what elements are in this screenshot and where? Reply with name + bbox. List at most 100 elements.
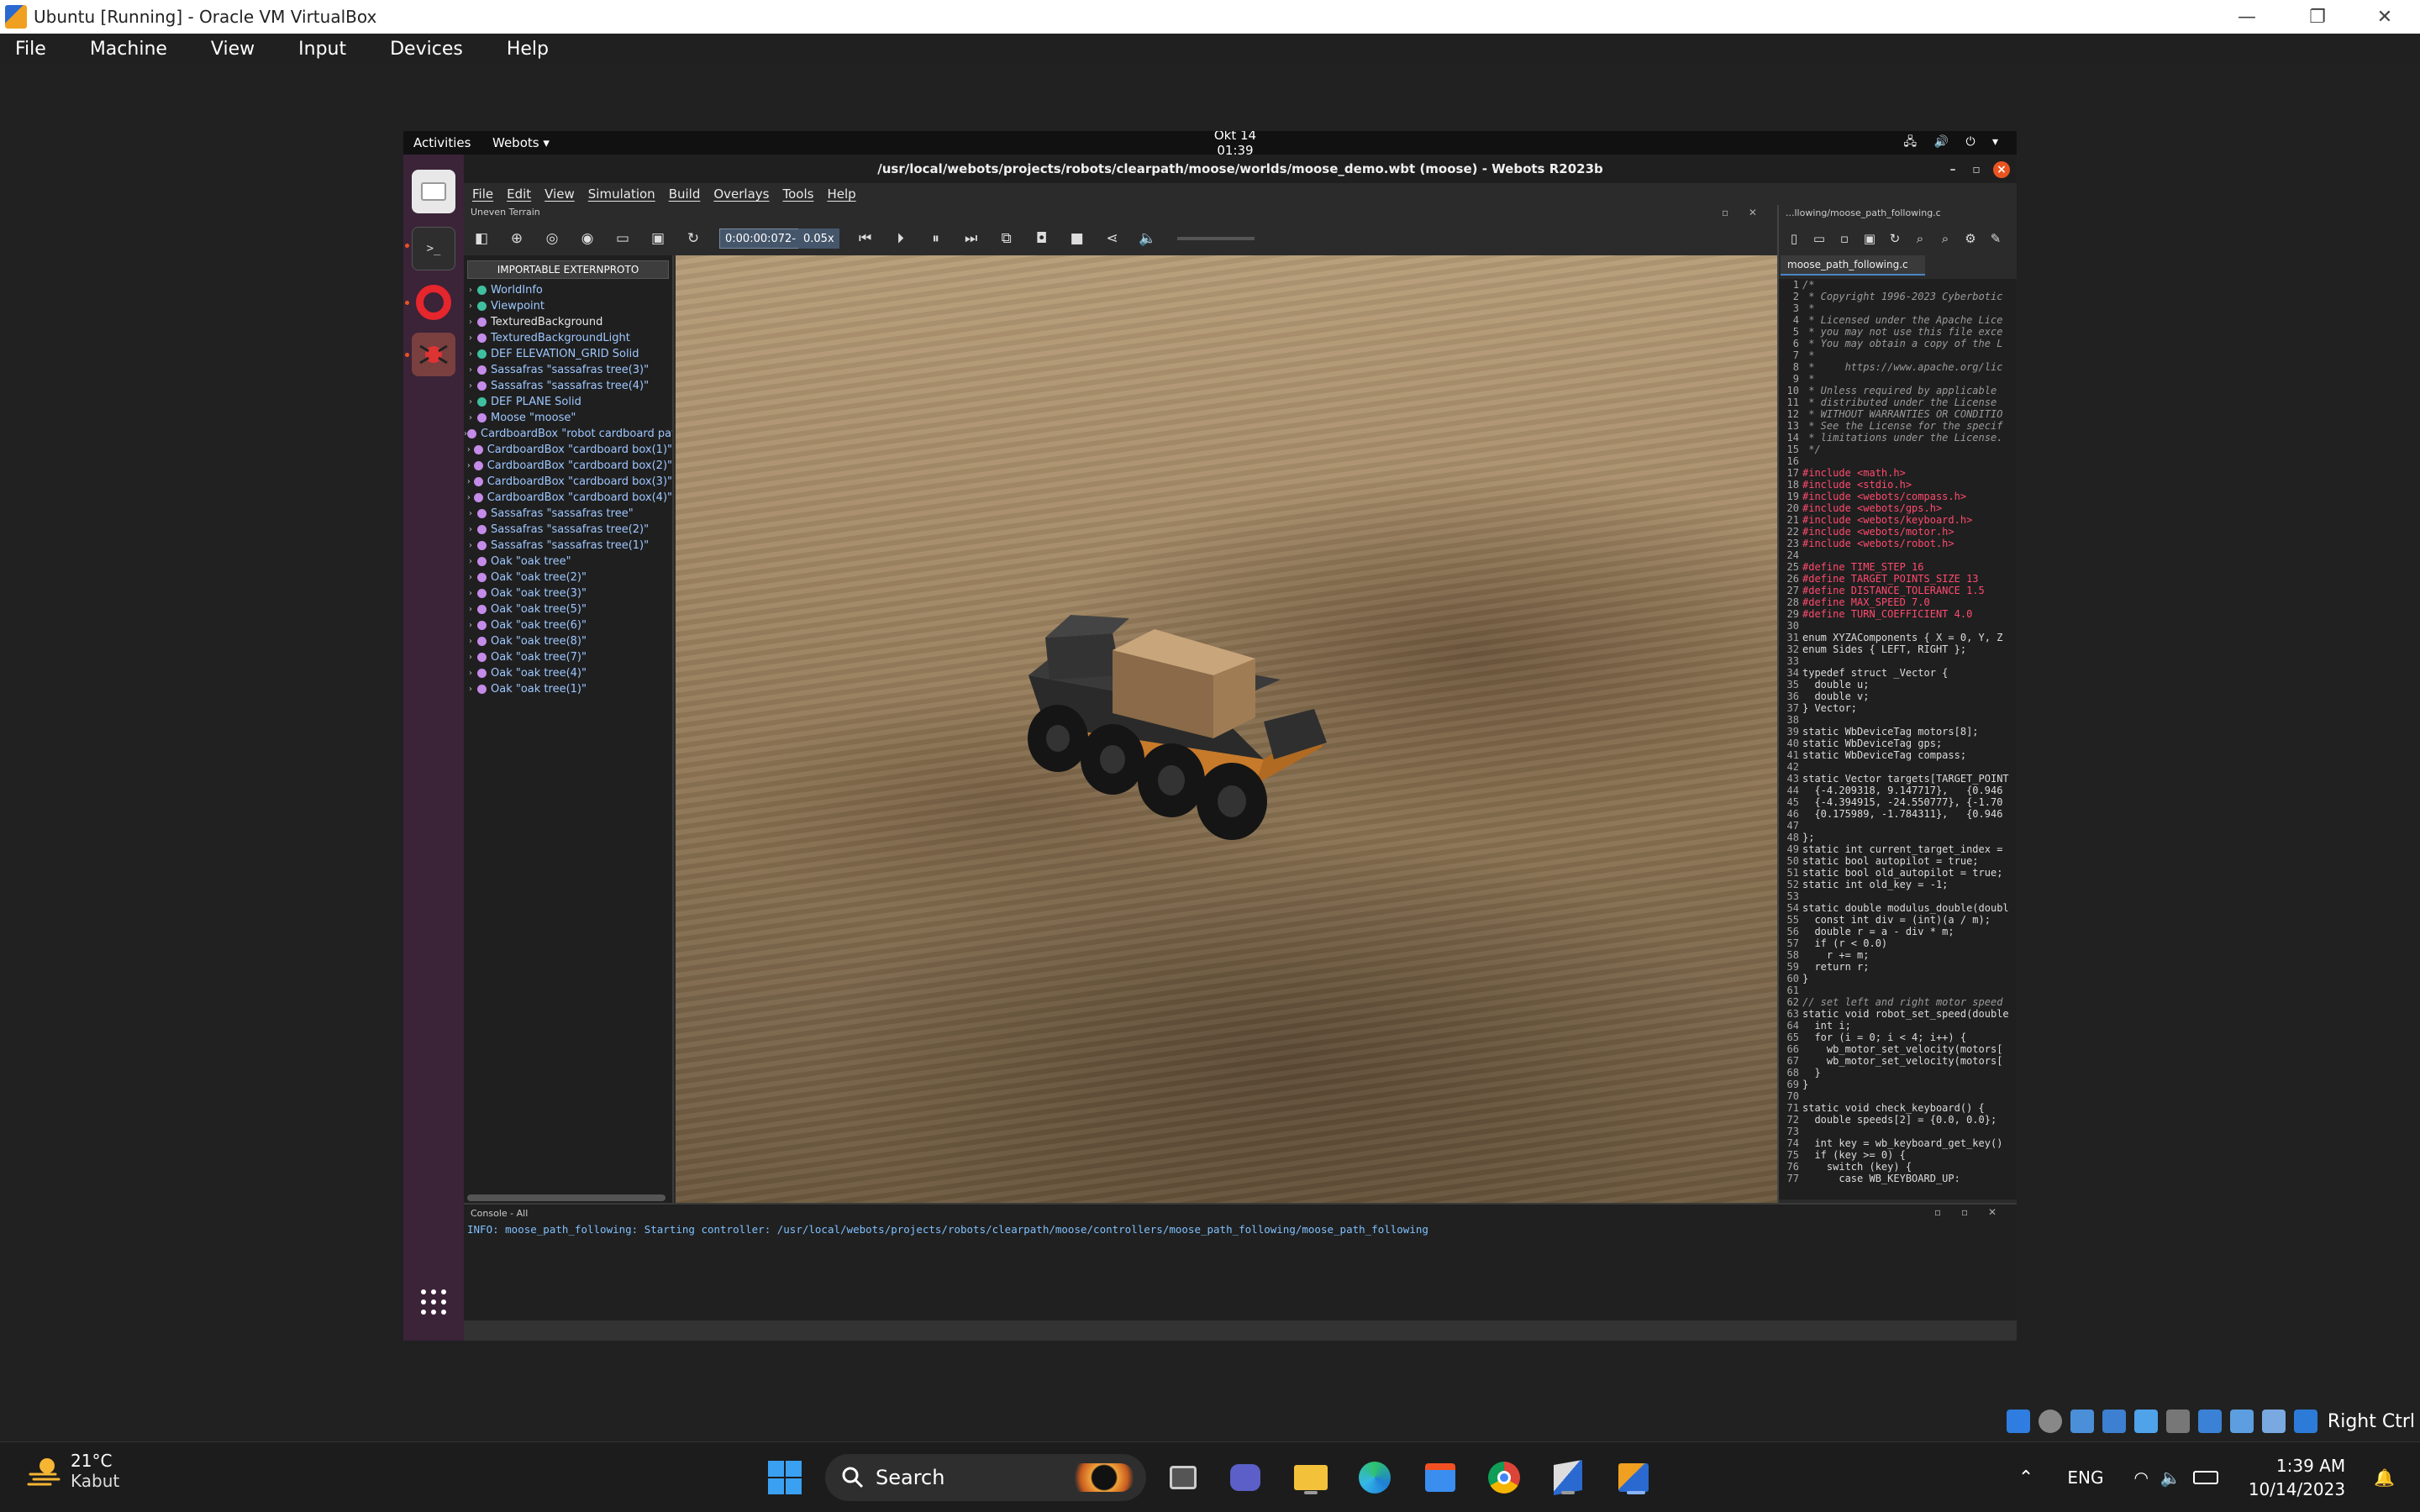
code-line[interactable]: 54 static double modulus_double(doubl bbox=[1779, 902, 2017, 914]
reset-simulation-icon[interactable]: ⏮ bbox=[856, 229, 875, 248]
code-line[interactable]: 57 if (r < 0.0) bbox=[1779, 937, 2017, 949]
share-icon[interactable]: ⋖ bbox=[1103, 229, 1122, 248]
scene-tree-node[interactable]: › CardboardBox "cardboard box(3)" bbox=[464, 474, 672, 490]
code-line[interactable]: 25 #define TIME_STEP 16 bbox=[1779, 561, 2017, 573]
code-line[interactable]: 18 #include <stdio.h> bbox=[1779, 479, 2017, 491]
scene-tree-node[interactable]: › DEF PLANE Solid bbox=[464, 394, 672, 410]
code-line[interactable]: 26 #define TARGET_POINTS_SIZE 13 bbox=[1779, 573, 2017, 585]
guest-screen[interactable]: Activities Webots ▾ Okt 14 01:39 🖧 🔊 ⏻ ▾… bbox=[403, 131, 2017, 1341]
find-icon[interactable]: ⌕ bbox=[1912, 229, 1928, 248]
language-indicator[interactable]: ENG bbox=[2067, 1467, 2103, 1488]
code-line[interactable]: 44 {-4.209318, 9.147717}, {0.946 bbox=[1779, 785, 2017, 796]
code-line[interactable]: 40 static WbDeviceTag gps; bbox=[1779, 738, 2017, 749]
code-line[interactable]: 72 double speeds[2] = {0.0, 0.0}; bbox=[1779, 1114, 2017, 1126]
scene-tree-node[interactable]: › Sassafras "sassafras tree(3)" bbox=[464, 362, 672, 378]
code-line[interactable]: 9 * bbox=[1779, 373, 2017, 385]
terminal-icon[interactable]: >_ bbox=[412, 227, 455, 270]
editor-tab[interactable]: moose_path_following.c ✕ bbox=[1781, 255, 1925, 289]
menu-devices[interactable]: Devices bbox=[383, 39, 470, 60]
code-line[interactable]: 50 static bool autopilot = true; bbox=[1779, 855, 2017, 867]
taskbar-search[interactable]: Search bbox=[825, 1454, 1146, 1501]
code-line[interactable]: 29 #define TURN_COEFFICIENT 4.0 bbox=[1779, 608, 2017, 620]
code-line[interactable]: 27 #define DISTANCE_TOLERANCE 1.5 bbox=[1779, 585, 2017, 596]
usb-icon[interactable] bbox=[2102, 1410, 2126, 1433]
code-line[interactable]: 69} bbox=[1779, 1079, 2017, 1090]
code-line[interactable]: 32 enum Sides { LEFT, RIGHT }; bbox=[1779, 643, 2017, 655]
code-line[interactable]: 62// set left and right motor speed bbox=[1779, 996, 2017, 1008]
scene-tree-node[interactable]: › Oak "oak tree(3)" bbox=[464, 585, 672, 601]
reload-world-icon[interactable]: ↻ bbox=[684, 229, 702, 248]
code-line[interactable]: 2 * Copyright 1996-2023 Cyberbotic bbox=[1779, 291, 2017, 302]
expand-arrow-icon[interactable]: › bbox=[464, 318, 477, 327]
code-line[interactable]: 46 {0.175989, -1.784311}, {0.946 bbox=[1779, 808, 2017, 820]
code-line[interactable]: 71 static void check_keyboard() { bbox=[1779, 1102, 2017, 1114]
code-line[interactable]: 15 */ bbox=[1779, 444, 2017, 455]
code-line[interactable]: 53 bbox=[1779, 890, 2017, 902]
code-line[interactable]: 61 bbox=[1779, 984, 2017, 996]
code-line[interactable]: 30 bbox=[1779, 620, 2017, 632]
scene-tree-node[interactable]: › Oak "oak tree(4)" bbox=[464, 665, 672, 681]
revert-icon[interactable]: ↻ bbox=[1886, 229, 1903, 248]
code-line[interactable]: 17 #include <math.h> bbox=[1779, 467, 2017, 479]
code-line[interactable]: 66 wb_motor_set_velocity(motors[ bbox=[1779, 1043, 2017, 1055]
expand-arrow-icon[interactable]: › bbox=[464, 333, 477, 343]
code-view[interactable]: 1/* 2 * Copyright 1996-2023 Cyberbotic 3 *… bbox=[1779, 279, 2017, 1200]
minimize-icon[interactable]: – bbox=[1944, 161, 1961, 178]
open-file-icon[interactable]: ▭ bbox=[1811, 229, 1828, 248]
clean-icon[interactable]: ✎ bbox=[1987, 229, 2004, 248]
code-line[interactable]: 31 enum XYZAComponents { X = 0, Y, Z bbox=[1779, 632, 2017, 643]
chrome-icon[interactable] bbox=[1484, 1457, 1524, 1498]
display-icon[interactable] bbox=[2165, 1410, 2190, 1433]
menu-input[interactable]: Input bbox=[292, 39, 353, 60]
scene-tree-node[interactable]: › TexturedBackground bbox=[464, 314, 672, 330]
expand-arrow-icon[interactable]: › bbox=[464, 302, 477, 311]
expand-arrow-icon[interactable]: › bbox=[464, 605, 477, 614]
code-line[interactable]: 1/* bbox=[1779, 279, 2017, 291]
code-line[interactable]: 73 bbox=[1779, 1126, 2017, 1137]
menu-view[interactable]: View bbox=[204, 39, 261, 60]
recording-icon[interactable] bbox=[2197, 1410, 2222, 1433]
code-line[interactable]: 38 bbox=[1779, 714, 2017, 726]
code-line[interactable]: 48}; bbox=[1779, 832, 2017, 843]
shared-folders-icon[interactable] bbox=[2133, 1410, 2158, 1433]
code-line[interactable]: 35 double u; bbox=[1779, 679, 2017, 690]
scene-tree-node[interactable]: › Oak "oak tree(8)" bbox=[464, 633, 672, 649]
restore-button[interactable]: ❐ bbox=[2282, 0, 2353, 34]
chat-icon[interactable] bbox=[1225, 1457, 1265, 1498]
code-line[interactable]: 68 } bbox=[1779, 1067, 2017, 1079]
code-line[interactable]: 4 * Licensed under the Apache Lice bbox=[1779, 314, 2017, 326]
webots-menu-edit[interactable]: Edit bbox=[507, 186, 531, 202]
app-menu[interactable]: Webots ▾ bbox=[492, 135, 550, 150]
code-line[interactable]: 59 return r; bbox=[1779, 961, 2017, 973]
code-line[interactable]: 45 {-4.394915, -24.550777}, {-1.70 bbox=[1779, 796, 2017, 808]
show-apps-icon[interactable] bbox=[412, 1280, 455, 1324]
dock-controls[interactable]: ▫ ✕ bbox=[1722, 207, 1765, 218]
code-line[interactable]: 33 bbox=[1779, 655, 2017, 667]
webots-icon[interactable] bbox=[412, 333, 455, 376]
code-line[interactable]: 12 * WITHOUT WARRANTIES OR CONDITIO bbox=[1779, 408, 2017, 420]
code-line[interactable]: 51 static bool old_autopilot = true; bbox=[1779, 867, 2017, 879]
expand-arrow-icon[interactable]: › bbox=[464, 445, 474, 454]
code-line[interactable]: 6 * You may obtain a copy of the L bbox=[1779, 338, 2017, 349]
activities-button[interactable]: Activities bbox=[413, 135, 471, 150]
scene-tree-node[interactable]: › CardboardBox "cardboard box(4)" bbox=[464, 490, 672, 506]
menu-file[interactable]: File bbox=[8, 39, 53, 60]
code-line[interactable]: 70 bbox=[1779, 1090, 2017, 1102]
virtualbox-taskbar-icon[interactable] bbox=[1548, 1457, 1588, 1498]
weather-widget[interactable]: 21°C Kabut bbox=[25, 1451, 119, 1491]
battery-icon[interactable] bbox=[2192, 1471, 2218, 1484]
expand-arrow-icon[interactable]: › bbox=[464, 525, 477, 534]
code-line[interactable]: 76 switch (key) { bbox=[1779, 1161, 2017, 1173]
close-icon[interactable]: × bbox=[1993, 161, 2010, 178]
record-movie-icon[interactable]: ■ bbox=[1068, 229, 1086, 248]
expand-arrow-icon[interactable]: › bbox=[464, 477, 474, 486]
expand-arrow-icon[interactable]: › bbox=[464, 669, 477, 678]
scene-tree-node[interactable]: › TexturedBackgroundLight bbox=[464, 330, 672, 346]
code-line[interactable]: 56 double r = a - div * m; bbox=[1779, 926, 2017, 937]
volume-icon[interactable]: 🔈 bbox=[2160, 1467, 2181, 1488]
scene-tree-node[interactable]: › Oak "oak tree(5)" bbox=[464, 601, 672, 617]
toggle-scene-tree-icon[interactable]: ◧ bbox=[472, 229, 491, 248]
fast-forward-icon[interactable]: ⏭ bbox=[962, 229, 981, 248]
save-world-icon[interactable]: ▣ bbox=[649, 229, 667, 248]
code-line[interactable]: 16 bbox=[1779, 455, 2017, 467]
